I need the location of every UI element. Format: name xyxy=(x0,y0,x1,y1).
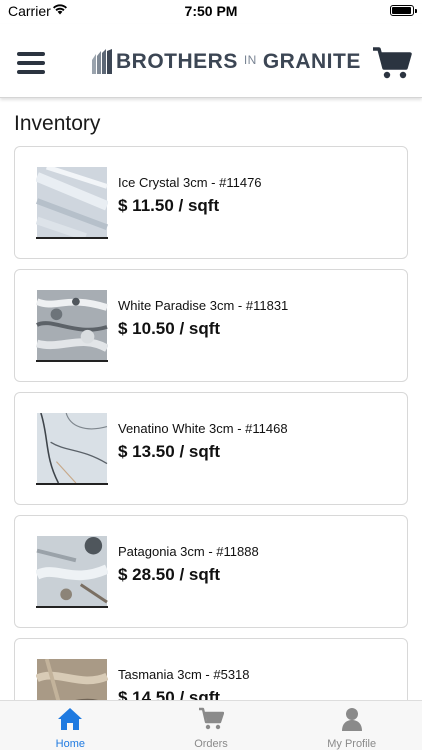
inventory-item-card[interactable]: Venatino White 3cm - #11468 $ 13.50 / sq… xyxy=(14,392,408,505)
item-price: $ 28.50 / sqft xyxy=(118,565,221,584)
app-header: BROTHERS IN GRANITE xyxy=(0,24,422,98)
battery-icon xyxy=(390,5,417,16)
hamburger-menu-icon[interactable] xyxy=(17,52,45,74)
item-name: White Paradise 3cm - #11831 xyxy=(118,298,289,313)
inventory-list[interactable]: Ice Crystal 3cm - #11476 $ 11.50 / sqft … xyxy=(14,146,408,700)
stone-thumbnail-image xyxy=(36,659,108,700)
item-price: $ 10.50 / sqft xyxy=(118,319,221,338)
inventory-item-card[interactable]: White Paradise 3cm - #11831 $ 10.50 / sq… xyxy=(14,269,408,382)
home-icon xyxy=(58,708,83,730)
page-title: Inventory xyxy=(14,112,101,135)
item-name: Ice Crystal 3cm - #11476 xyxy=(118,175,262,190)
tab-home[interactable]: Home xyxy=(0,701,141,750)
tab-label: Home xyxy=(55,738,85,750)
item-name: Tasmania 3cm - #5318 xyxy=(118,667,250,682)
cart-icon xyxy=(199,707,224,730)
inventory-item-card[interactable]: Tasmania 3cm - #5318 $ 14.50 / sqft xyxy=(14,638,408,700)
stone-thumbnail-image xyxy=(36,167,108,239)
logo-mark-icon xyxy=(92,49,112,74)
brand-logo: BROTHERS IN GRANITE xyxy=(88,46,361,78)
tab-orders[interactable]: Orders xyxy=(141,701,282,750)
item-price: $ 13.50 / sqft xyxy=(118,442,221,461)
shopping-cart-icon[interactable] xyxy=(372,46,412,80)
tab-label: My Profile xyxy=(327,738,377,750)
inventory-item-card[interactable]: Patagonia 3cm - #11888 $ 28.50 / sqft xyxy=(14,515,408,628)
clock: 7:50 PM xyxy=(184,3,238,19)
item-name: Patagonia 3cm - #11888 xyxy=(118,544,259,559)
brand-word-brothers: BROTHERS xyxy=(116,50,238,73)
bottom-tab-bar: Home Orders My Profile xyxy=(0,700,422,750)
item-name: Venatino White 3cm - #11468 xyxy=(118,421,288,436)
tab-label: Orders xyxy=(194,738,228,750)
brand-name: BROTHERS IN GRANITE xyxy=(116,50,361,74)
stone-thumbnail-image xyxy=(36,413,108,485)
stone-thumbnail-image xyxy=(36,536,108,608)
inventory-item-card[interactable]: Ice Crystal 3cm - #11476 $ 11.50 / sqft xyxy=(14,146,408,259)
brand-word-in: IN xyxy=(243,53,257,67)
item-price: $ 11.50 / sqft xyxy=(118,196,220,215)
status-bar: Carrier 7:50 PM xyxy=(0,0,422,24)
tab-my-profile[interactable]: My Profile xyxy=(281,701,422,750)
stone-thumbnail-image xyxy=(36,290,108,362)
item-price: $ 14.50 / sqft xyxy=(118,688,221,700)
person-icon xyxy=(341,708,362,731)
brand-word-granite: GRANITE xyxy=(262,50,361,73)
